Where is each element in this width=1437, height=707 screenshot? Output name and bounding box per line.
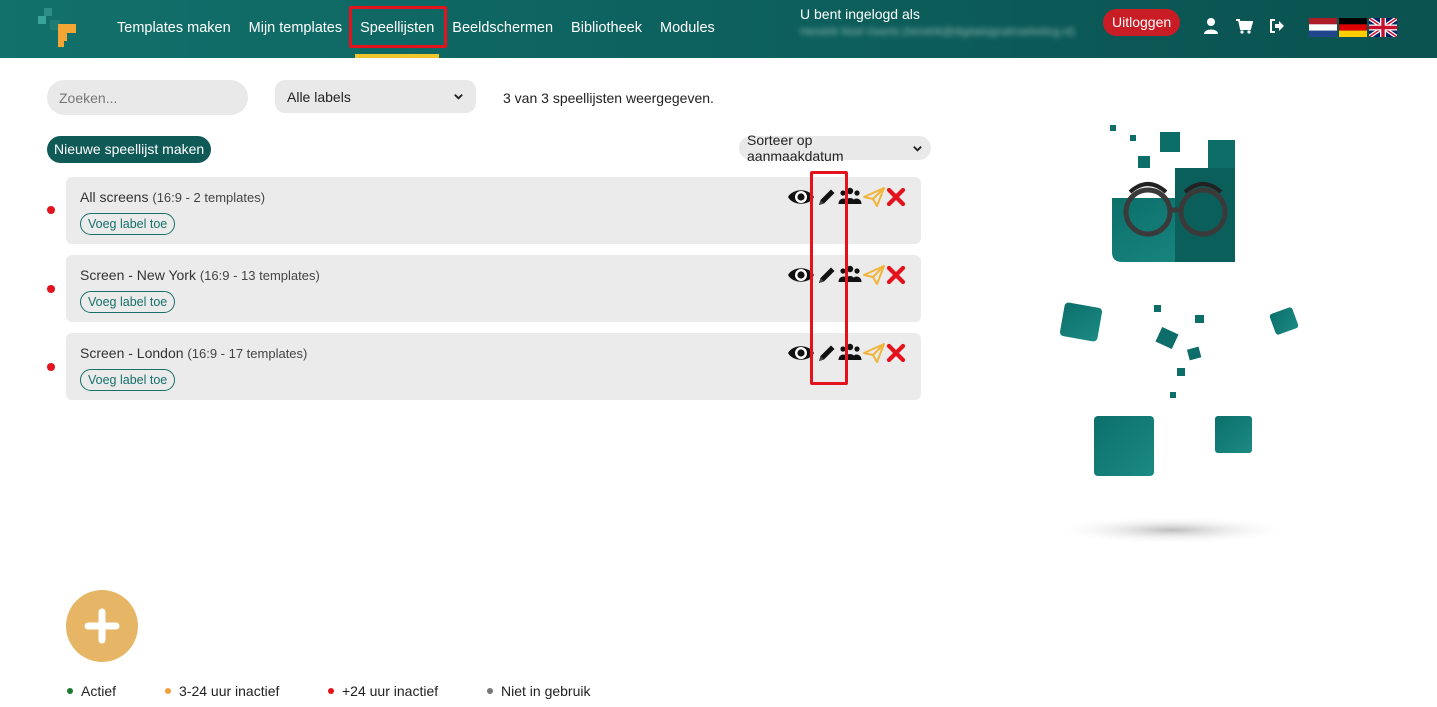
search-input[interactable] [47,80,248,115]
legend-dot [165,688,171,694]
results-count: 3 van 3 speellijsten weergegeven. [503,90,714,106]
sort-select-value: Sorteer op aanmaakdatum [747,132,844,164]
cart-icon[interactable] [1235,17,1253,35]
legend-label: 3-24 uur inactief [179,683,280,699]
flag-nl-icon[interactable] [1309,18,1337,37]
edit-column-highlight [810,171,848,385]
nav-beeldschermen[interactable]: Beeldschermen [443,0,562,58]
labels-select[interactable]: Alle labels [275,80,476,113]
legend-label: Niet in gebruik [501,683,591,699]
labels-select-value: Alle labels [287,88,351,105]
main-nav: Templates maken Mijn templates Speellijs… [108,0,724,58]
mascot-illustration [1052,125,1299,544]
legend-label: Actief [81,683,117,699]
status-dot [47,363,55,371]
send-icon[interactable] [862,264,886,286]
legend-dot [67,688,73,694]
add-label-button[interactable]: Voeg label toe [80,291,176,313]
send-icon[interactable] [862,186,886,208]
add-label-button[interactable]: Voeg label toe [80,369,176,391]
top-bar: Templates maken Mijn templates Speellijs… [0,0,1437,58]
logout-button[interactable]: Uitloggen [1103,9,1181,36]
playlist-title[interactable]: Screen - New York (16:9 - 13 templates) [80,267,320,283]
legend-dot [487,688,493,694]
logged-in-label: U bent ingelogd als [800,6,920,22]
nav-highlight-box [349,6,448,48]
status-dot [47,206,55,214]
legend-item-inactive-24plus: +24 uur inactief [328,683,438,699]
delete-icon[interactable] [886,264,906,286]
status-dot [47,285,55,293]
sign-out-icon[interactable] [1268,17,1286,35]
new-playlist-button[interactable]: Nieuwe speellijst maken [47,136,212,163]
user-icon[interactable] [1202,17,1220,35]
playlist-row: All screens (16:9 - 2 templates) Voeg la… [66,177,921,244]
nav-bibliotheek[interactable]: Bibliotheek [562,0,651,58]
playlist-title[interactable]: All screens (16:9 - 2 templates) [80,189,265,205]
playlist-meta: (16:9 - 17 templates) [187,346,308,361]
nav-modules[interactable]: Modules [651,0,724,58]
flag-en-icon[interactable] [1369,18,1397,37]
legend-dot [328,688,334,694]
plus-icon [84,608,120,644]
add-button[interactable] [66,590,138,662]
playlist-row: Screen - London (16:9 - 17 templates) Vo… [66,333,921,400]
playlist-meta: (16:9 - 2 templates) [152,190,266,205]
chevron-down-icon [913,145,922,152]
logged-in-email: Hendrik Noel Geerts (hendrik@digitalsign… [800,26,1075,38]
nav-mijn-templates[interactable]: Mijn templates [240,0,351,58]
flag-de-icon[interactable] [1339,18,1367,37]
legend-label: +24 uur inactief [342,683,439,699]
playlist-name: Screen - New York [80,267,196,283]
chevron-down-icon [454,94,463,100]
playlist-title[interactable]: Screen - London (16:9 - 17 templates) [80,345,307,361]
nav-templates-maken[interactable]: Templates maken [108,0,240,58]
legend-item-unused: Niet in gebruik [487,683,591,699]
playlist-name: Screen - London [80,345,184,361]
add-label-button[interactable]: Voeg label toe [80,213,176,235]
brand-logo[interactable] [36,6,82,50]
delete-icon[interactable] [886,186,906,208]
playlist-row: Screen - New York (16:9 - 13 templates) … [66,255,921,322]
nav-speellijsten[interactable]: Speellijsten [349,0,448,58]
playlist-meta: (16:9 - 13 templates) [199,268,320,283]
send-icon[interactable] [862,342,886,364]
delete-icon[interactable] [886,342,906,364]
legend-item-inactive-3-24: 3-24 uur inactief [165,683,279,699]
legend-item-active: Actief [67,683,116,699]
sort-select[interactable]: Sorteer op aanmaakdatum [739,132,931,164]
playlist-name: All screens [80,189,149,205]
